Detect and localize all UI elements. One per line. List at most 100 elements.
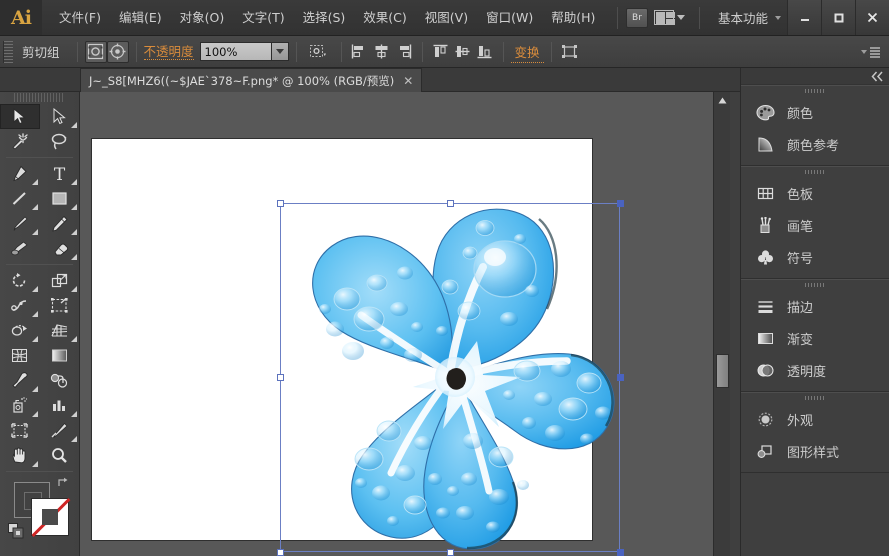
opacity-label[interactable]: 不透明度 <box>143 44 194 60</box>
panel-group-grip[interactable] <box>741 393 889 403</box>
blend-tool[interactable] <box>40 368 80 393</box>
align-left-button[interactable] <box>349 41 371 63</box>
selection-handle-middle-left[interactable] <box>277 374 284 381</box>
isolate-selected-object-button[interactable] <box>84 40 107 63</box>
menu-type[interactable]: 文字(T) <box>233 6 293 30</box>
selection-handle-top-left[interactable] <box>277 200 284 207</box>
align-bottom-button[interactable] <box>474 41 496 63</box>
selection-handle-bottom-right[interactable] <box>617 549 624 556</box>
panel-group-grip[interactable] <box>741 86 889 96</box>
type-tool[interactable]: T <box>40 161 80 186</box>
menu-object[interactable]: 对象(O) <box>171 6 234 30</box>
panel-button-symbols[interactable]: 符号 <box>741 241 889 273</box>
panel-button-color-guide[interactable]: 颜色参考 <box>741 128 889 160</box>
panel-button-transparency[interactable]: 透明度 <box>741 354 889 386</box>
shape-options-button[interactable] <box>559 41 581 63</box>
transform-button[interactable]: 变换 <box>510 41 544 63</box>
canvas-area[interactable] <box>80 92 730 556</box>
pencil-tool[interactable] <box>40 211 80 236</box>
target-path-button[interactable] <box>106 40 129 63</box>
canvas-vertical-scrollbar[interactable] <box>713 92 730 556</box>
opacity-input[interactable]: 100% <box>199 42 272 61</box>
maximize-button[interactable] <box>821 0 855 35</box>
tool-more-indicator-icon <box>31 179 38 185</box>
panel-button-gradient[interactable]: 渐变 <box>741 322 889 354</box>
selection-handle-top-center[interactable] <box>447 200 454 207</box>
align-vertical-center-button[interactable] <box>452 41 474 63</box>
panel-button-appearance[interactable]: 外观 <box>741 403 889 435</box>
control-panel-menu-button[interactable] <box>861 46 881 58</box>
rotate-tool[interactable] <box>0 268 40 293</box>
menu-help[interactable]: 帮助(H) <box>542 6 604 30</box>
artboard-tool[interactable] <box>0 418 40 443</box>
selection-tool[interactable] <box>0 104 40 129</box>
control-bar-grip[interactable] <box>3 40 13 63</box>
eyedropper-tool[interactable] <box>0 368 40 393</box>
document-tab[interactable]: J~_S8[MHZ6((~$JAE`378~F.png* @ 100% (RGB… <box>80 68 423 92</box>
direct-selection-tool[interactable] <box>40 104 80 129</box>
free-transform-tool[interactable] <box>40 293 80 318</box>
scroll-up-button[interactable] <box>714 92 730 108</box>
tool-more-indicator-icon <box>71 254 77 260</box>
eraser-tool[interactable] <box>40 236 80 261</box>
collapse-panels-icon[interactable] <box>871 71 884 82</box>
align-right-button[interactable] <box>393 41 415 63</box>
rectangle-tool[interactable] <box>40 186 80 211</box>
close-button[interactable] <box>855 0 889 35</box>
perspective-grid-tool[interactable] <box>40 318 80 343</box>
scrollbar-thumb[interactable] <box>716 354 729 388</box>
scale-tool[interactable] <box>40 268 80 293</box>
width-tool[interactable] <box>0 293 40 318</box>
pen-tool[interactable] <box>0 161 40 186</box>
gradient-tool[interactable] <box>40 343 80 368</box>
align-vertical-center-icon <box>455 46 470 57</box>
go-to-bridge-button[interactable]: Br <box>625 7 648 28</box>
shape-builder-tool[interactable] <box>0 318 40 343</box>
column-graph-tool[interactable] <box>40 393 80 418</box>
selection-bounding-box[interactable] <box>277 200 624 556</box>
align-to-dropdown[interactable] <box>304 41 334 63</box>
blob-brush-tool[interactable] <box>0 236 40 261</box>
stroke-swatch[interactable] <box>31 498 71 537</box>
zoom-tool[interactable] <box>40 443 80 468</box>
align-horizontal-center-button[interactable] <box>371 41 393 63</box>
artboard[interactable] <box>92 139 624 556</box>
menu-window[interactable]: 窗口(W) <box>477 6 542 30</box>
lasso-tool[interactable] <box>40 129 80 154</box>
panel-button-brushes[interactable]: 画笔 <box>741 209 889 241</box>
menu-view[interactable]: 视图(V) <box>416 6 477 30</box>
slice-tool[interactable] <box>40 418 80 443</box>
selection-handle-top-right[interactable] <box>617 200 624 207</box>
align-top-icon <box>433 44 448 57</box>
mesh-tool[interactable] <box>0 343 40 368</box>
close-icon[interactable]: ✕ <box>403 74 413 88</box>
menu-select[interactable]: 选择(S) <box>294 6 355 30</box>
paintbrush-tool[interactable] <box>0 211 40 236</box>
tools-panel-grip[interactable] <box>14 93 65 102</box>
panel-group-grip[interactable] <box>741 280 889 290</box>
workspace-switcher[interactable]: 基本功能 <box>708 8 775 27</box>
menu-effect[interactable]: 效果(C) <box>354 6 415 30</box>
panel-button-graphic-styles[interactable]: 图形样式 <box>741 435 889 467</box>
minimize-button[interactable] <box>787 0 821 35</box>
line-segment-tool[interactable] <box>0 186 40 211</box>
menu-file[interactable]: 文件(F) <box>50 6 110 30</box>
menu-edit[interactable]: 编辑(E) <box>110 6 171 30</box>
selection-handle-bottom-left[interactable] <box>277 549 284 556</box>
symbol-sprayer-tool[interactable] <box>0 393 40 418</box>
swap-fill-stroke-button[interactable] <box>57 476 71 493</box>
arrange-documents-button[interactable] <box>648 8 691 27</box>
panel-button-color[interactable]: 颜色 <box>741 96 889 128</box>
default-fill-stroke-button[interactable] <box>8 523 24 542</box>
panel-group-grip[interactable] <box>741 167 889 177</box>
opacity-dropdown-button[interactable] <box>270 42 289 61</box>
align-top-button[interactable] <box>430 41 452 63</box>
divider <box>502 41 504 62</box>
panel-button-swatches[interactable]: 色板 <box>741 177 889 209</box>
hand-tool[interactable] <box>0 443 40 468</box>
panel-button-stroke[interactable]: 描边 <box>741 290 889 322</box>
selection-handle-middle-right[interactable] <box>617 374 624 381</box>
panel-label: 色板 <box>787 187 814 203</box>
magic-wand-tool[interactable] <box>0 129 40 154</box>
selection-handle-bottom-center[interactable] <box>447 549 454 556</box>
